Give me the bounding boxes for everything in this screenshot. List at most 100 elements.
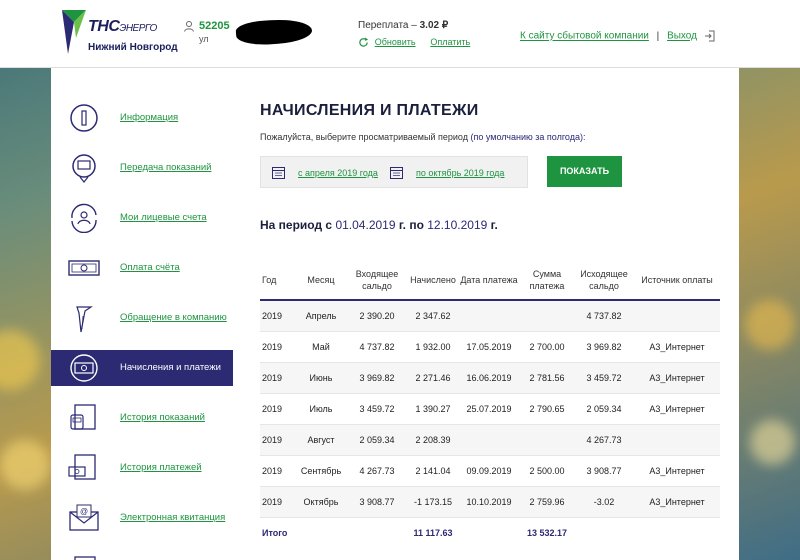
total-cell [574,517,634,548]
refresh-link[interactable]: Обновить [375,37,416,47]
table-total-row: Итого 11 117.63 13 532.17 [260,517,720,548]
svg-text:@: @ [80,507,88,516]
logo-mark-icon [62,10,86,54]
sidebar-item-label: Мои лицевые счета [120,212,207,223]
sidebar-item-label: Начисления и платежи [120,362,221,373]
column-header: Месяц [296,260,346,301]
balance-value: 3.02 ₽ [419,20,449,31]
table-cell: 2 500.00 [520,455,574,487]
table-cell: 2019 [260,455,296,487]
table-row: 2019 Июнь 3 969.82 2 271.46 16.06.2019 2 781.… [260,362,720,394]
total-cell: 13 532.17 [520,517,574,548]
period-selector: с апреля 2019 года по октябрь 2019 года [260,156,528,188]
sidebar-item-payments-history[interactable]: История платежей [51,450,233,486]
tns-logo[interactable]: ТНСЭНЕРГО Нижний Новгород [60,8,180,58]
show-button[interactable]: ПОКАЗАТЬ [547,156,622,187]
calendar-icon[interactable] [272,166,285,179]
table-cell [520,300,574,332]
table-cell: 2 390.20 [346,300,408,332]
table-cell: Июнь [296,362,346,394]
period-to: 12.10.2019 [427,218,488,232]
period-mid: г. по [398,218,424,232]
table-cell: 17.05.2019 [458,331,520,363]
table-cell: А3_Интернет [634,393,720,425]
table-cell: 2 208.39 [408,424,458,456]
total-cell [458,517,520,548]
pen-icon [76,306,93,333]
table-cell: 2 059.34 [574,393,634,425]
table-row: 2019 Май 4 737.82 1 932.00 17.05.2019 2 700.0… [260,331,720,363]
column-header: Год [260,260,296,301]
column-header: Начислено [408,260,458,301]
table-cell: Апрель [296,300,346,332]
pay-link[interactable]: Оплатить [430,37,470,47]
date-to-picker[interactable]: по октябрь 2019 года [416,168,504,178]
main-panel: Информация Передача показаний Мои лицевы… [51,68,739,560]
column-header: Входящее сальдо [346,260,408,301]
meter-icon [72,154,96,183]
company-site-link[interactable]: К сайту сбытовой компании [520,31,649,42]
sidebar-item-partial[interactable] [51,550,233,560]
hint-default: (по умолчанию за полгода): [470,132,586,142]
total-cell [634,517,720,548]
table-cell: 10.10.2019 [458,486,520,518]
table-cell: 2 347.62 [408,300,458,332]
table-cell: Май [296,331,346,363]
top-links: К сайту сбытовой компании | Выход [520,30,716,42]
period-hint: Пожалуйста, выберите просматриваемый пер… [260,132,585,142]
sidebar-item-accounts[interactable]: Мои лицевые счета [51,200,233,236]
table-cell: 2019 [260,424,296,456]
balance-actions: Обновить Оплатить [358,37,470,48]
background-light [745,300,795,350]
table-cell: 3 459.72 [346,393,408,425]
table-row: 2019 Август 2 059.34 2 208.39 4 267.73 [260,424,720,456]
refresh-icon[interactable] [358,37,369,48]
table-cell: 4 737.82 [574,300,634,332]
table-cell: Сентябрь [296,455,346,487]
sidebar-item-readings-history[interactable]: История показаний [51,400,233,436]
table-cell: А3_Интернет [634,486,720,518]
sidebar-item-appeal[interactable]: Обращение в компанию [51,300,233,336]
table-cell: А3_Интернет [634,455,720,487]
document-icon [74,556,96,560]
table-cell: 4 267.73 [574,424,634,456]
sidebar-item-payment[interactable]: Оплата счёта [51,250,233,286]
exit-link[interactable]: Выход [667,31,697,42]
payments-history-icon [68,454,96,480]
table-cell: 2 700.00 [520,331,574,363]
calendar-icon[interactable] [390,166,403,179]
charges-table: Год Месяц Входящее сальдо Начислено Дата… [260,260,720,548]
table-cell: 2 271.46 [408,362,458,394]
table-cell: 3 459.72 [574,362,634,394]
table-cell: 1 390.27 [408,393,458,425]
table-cell: 2 059.34 [346,424,408,456]
table-cell: -3.02 [574,486,634,518]
page-title: НАЧИСЛЕНИЯ И ПЛАТЕЖИ [260,102,479,119]
exit-icon[interactable] [704,30,716,42]
sidebar-item-e-receipt[interactable]: @ Электронная квитанция [51,500,233,536]
date-from-picker[interactable]: с апреля 2019 года [298,168,378,178]
charges-icon [70,354,98,382]
table-cell: Июль [296,393,346,425]
period-suffix: г. [490,218,498,232]
table-cell [634,300,720,332]
info-icon [70,104,98,132]
table-cell: А3_Интернет [634,331,720,363]
period-prefix: На период с [260,218,333,232]
balance-info: Переплата – 3.02 ₽ [358,20,448,31]
table-cell: Август [296,424,346,456]
table-cell: 2 790.65 [520,393,574,425]
sidebar-item-charges[interactable]: Начисления и платежи [51,350,233,386]
sidebar-item-information[interactable]: Информация [51,100,233,136]
user-icon [184,21,194,32]
table-cell: 2019 [260,331,296,363]
site-header: ТНСЭНЕРГО Нижний Новгород 52205 ул Переп… [0,0,800,68]
background-light [0,330,40,390]
banknote-icon [68,260,100,276]
table-cell: 2 759.96 [520,486,574,518]
table-cell [634,424,720,456]
readings-history-icon [70,404,96,430]
table-cell: 3 908.77 [574,455,634,487]
table-cell: 25.07.2019 [458,393,520,425]
sidebar-item-readings[interactable]: Передача показаний [51,150,233,186]
